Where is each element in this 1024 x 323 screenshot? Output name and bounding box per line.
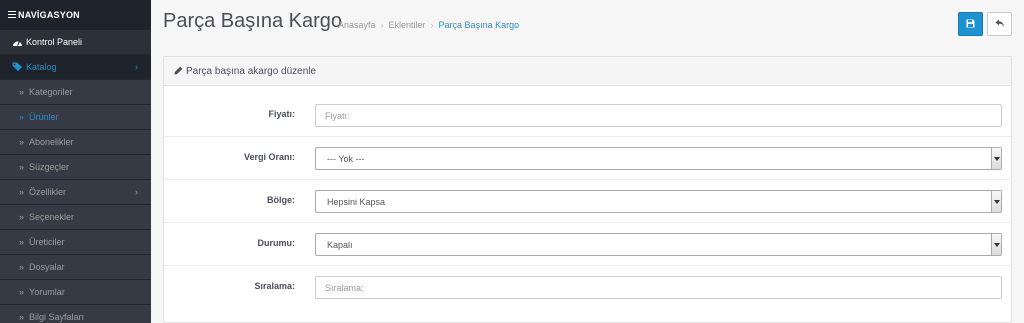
- zone-label: Bölge:: [267, 195, 295, 205]
- breadcrumb-current[interactable]: Parça Başına Kargo: [439, 20, 520, 30]
- dashboard-icon: [12, 37, 23, 47]
- double-chevron-icon: »: [19, 137, 25, 147]
- sidebar-item-label: Katalog: [26, 62, 57, 72]
- page-header: Parça Başına Kargo Anasayfa › Eklentiler › P…: [151, 0, 1024, 52]
- tax-class-label: Vergi Oranı:: [243, 152, 295, 162]
- double-chevron-icon: »: [19, 262, 25, 272]
- sidebar-item-dashboard[interactable]: Kontrol Paneli: [0, 30, 151, 55]
- double-chevron-icon: »: [19, 87, 25, 97]
- sidebar-item-label: Seçenekler: [29, 212, 75, 222]
- reply-icon: [995, 17, 1005, 31]
- sidebar-item-reviews[interactable]: » Yorumlar: [0, 280, 151, 305]
- sort-order-input[interactable]: [315, 276, 1002, 299]
- status-value: Kapalı: [327, 240, 353, 250]
- form-row-status: Durumu: Kapalı: [164, 223, 1011, 266]
- status-label: Durumu:: [257, 238, 296, 248]
- chevron-right-icon: ›: [135, 187, 138, 197]
- sidebar-item-options[interactable]: » Seçenekler: [0, 205, 151, 230]
- sidebar-item-downloads[interactable]: » Dosyalar: [0, 255, 151, 280]
- double-chevron-icon: »: [19, 112, 25, 122]
- navigation-heading: NAVİGASYON: [18, 10, 80, 20]
- select-arrow-icon: [991, 148, 1001, 169]
- sidebar-item-label: Bilgi Sayfaları: [29, 312, 85, 322]
- page-title: Parça Başına Kargo: [163, 10, 342, 32]
- save-button[interactable]: [958, 12, 983, 36]
- sidebar-item-label: Abonelikler: [29, 137, 74, 147]
- sort-order-label: Sıralama:: [254, 281, 295, 291]
- panel-title: Parça başına akargo düzenle: [186, 66, 317, 77]
- sidebar-item-label: Dosyalar: [29, 262, 65, 272]
- panel-heading: Parça başına akargo düzenle: [164, 57, 1011, 86]
- tags-icon: [12, 62, 23, 72]
- zone-value: Hepsini Kapsa: [327, 197, 386, 207]
- sidebar-item-label: Özellikler: [29, 187, 67, 197]
- double-chevron-icon: »: [19, 212, 25, 222]
- sidebar-item-products[interactable]: » Ürünler: [0, 105, 151, 130]
- zone-select[interactable]: Hepsini Kapsa: [315, 190, 1002, 213]
- sidebar-item-information[interactable]: » Bilgi Sayfaları: [0, 305, 151, 323]
- sidebar-item-label: Süzgeçler: [29, 162, 70, 172]
- sidebar-item-subscriptions[interactable]: » Abonelikler: [0, 130, 151, 155]
- sidebar-item-categories[interactable]: » Kategoriler: [0, 80, 151, 105]
- double-chevron-icon: »: [19, 187, 25, 197]
- status-select[interactable]: Kapalı: [315, 233, 1002, 256]
- sidebar-item-label: Ürünler: [29, 112, 59, 122]
- sidebar-item-filters[interactable]: » Süzgeçler: [0, 155, 151, 180]
- form-row-zone: Bölge: Hepsini Kapsa: [164, 180, 1011, 223]
- navigation-header[interactable]: NAVİGASYON: [0, 0, 151, 30]
- select-arrow-icon: [991, 191, 1001, 212]
- breadcrumb: Anasayfa › Eklentiler › Parça Başına Kargo: [338, 20, 519, 30]
- chevron-right-icon: ›: [135, 62, 138, 72]
- price-input[interactable]: [315, 104, 1002, 127]
- double-chevron-icon: »: [19, 162, 25, 172]
- price-label: Fiyatı:: [268, 109, 295, 119]
- breadcrumb-separator: ›: [380, 20, 384, 30]
- form-row-sort-order: Sıralama:: [164, 266, 1011, 309]
- breadcrumb-home[interactable]: Anasayfa: [338, 20, 376, 30]
- tax-class-value: --- Yok ---: [327, 154, 365, 164]
- breadcrumb-separator: ›: [430, 20, 434, 30]
- form-row-price: Fiyatı:: [164, 94, 1011, 137]
- double-chevron-icon: »: [19, 237, 25, 247]
- form-row-tax: Vergi Oranı: --- Yok ---: [164, 137, 1011, 180]
- form-panel: Parça başına akargo düzenle Fiyatı: Verg…: [163, 56, 1012, 323]
- pencil-icon: [174, 66, 183, 78]
- back-button[interactable]: [987, 12, 1012, 36]
- sidebar-item-label: Üreticiler: [29, 237, 65, 247]
- sidebar-item-label: Kategoriler: [29, 87, 73, 97]
- sidebar-item-manufacturers[interactable]: » Üreticiler: [0, 230, 151, 255]
- breadcrumb-extensions[interactable]: Eklentiler: [389, 20, 426, 30]
- save-icon: [966, 17, 975, 31]
- tax-class-select[interactable]: --- Yok ---: [315, 147, 1002, 170]
- sidebar-item-label: Yorumlar: [29, 287, 65, 297]
- double-chevron-icon: »: [19, 312, 25, 322]
- bars-icon: [8, 11, 16, 18]
- sidebar-item-label: Kontrol Paneli: [26, 37, 83, 47]
- sidebar: NAVİGASYON Kontrol Paneli Katalog › » Ka…: [0, 0, 151, 323]
- sidebar-item-attributes[interactable]: » Özellikler ›: [0, 180, 151, 205]
- select-arrow-icon: [991, 234, 1001, 255]
- double-chevron-icon: »: [19, 287, 25, 297]
- sidebar-item-catalog[interactable]: Katalog ›: [0, 55, 151, 80]
